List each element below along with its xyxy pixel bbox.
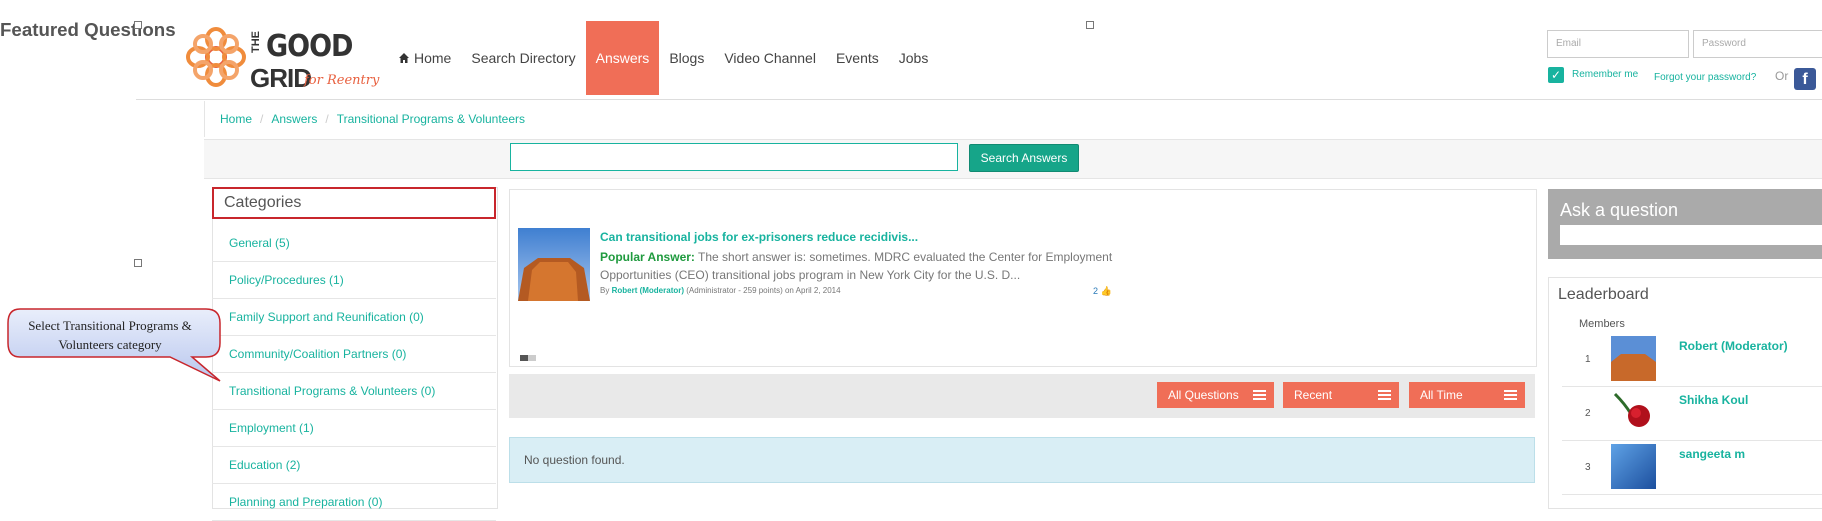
search-input[interactable] (510, 142, 958, 171)
leader-name[interactable]: sangeeta m (1679, 447, 1745, 461)
row-divider (1562, 385, 1822, 387)
category-item[interactable]: Family Support and Reunification (0) (212, 299, 496, 336)
resize-handle[interactable] (1086, 20, 1094, 29)
menu-icon (1504, 389, 1517, 400)
checkbox-checked-icon[interactable]: ✓ (1548, 66, 1564, 83)
filter-all-time[interactable]: All Time (1409, 381, 1525, 408)
ask-question-input[interactable] (1560, 224, 1822, 245)
filter-recent[interactable]: Recent (1283, 381, 1399, 408)
nav-search-directory[interactable]: Search Directory (461, 21, 585, 95)
callout-text: Select Transitional Programs & Volunteer… (28, 317, 192, 352)
nav-jobs[interactable]: Jobs (889, 21, 939, 95)
category-item[interactable]: Community/Coalition Partners (0) (212, 336, 496, 373)
logo-the: THE (250, 30, 262, 53)
breadcrumb: Home / Answers / Transitional Programs & Vol… (220, 111, 526, 126)
question-thumbnail[interactable] (518, 227, 590, 301)
email-field[interactable]: Email (1547, 29, 1689, 58)
row-divider (1562, 493, 1822, 495)
no-question-message: No question found. (509, 436, 1535, 483)
nav-events[interactable]: Events (826, 21, 889, 95)
category-item[interactable]: Employment (1) (212, 410, 496, 447)
leader-name[interactable]: Robert (Moderator) (1679, 339, 1788, 353)
forgot-password-link[interactable]: Forgot your password? (1654, 72, 1756, 83)
slider-dot[interactable] (528, 354, 536, 361)
breadcrumb-current[interactable]: Transitional Programs & Volunteers (337, 112, 525, 126)
meta-by: By (600, 285, 610, 295)
question-author[interactable]: Robert (Moderator) (612, 286, 684, 295)
leader-rank: 1 (1585, 353, 1591, 365)
nav-blogs[interactable]: Blogs (659, 21, 714, 95)
slider-dots (520, 348, 536, 366)
breadcrumb-home[interactable]: Home (220, 112, 252, 126)
author-meta: (Administrator - 259 points) (686, 285, 783, 295)
members-label: Members (1579, 317, 1625, 330)
category-item[interactable]: Policy/Procedures (1) (212, 262, 496, 299)
search-answers-button[interactable]: Search Answers (969, 143, 1079, 172)
question-date: on April 2, 2014 (784, 285, 841, 295)
leader-rank: 3 (1585, 461, 1591, 473)
category-item[interactable]: Planning and Preparation (0) (212, 484, 496, 521)
vote-count-value: 2 (1093, 285, 1099, 296)
nav-video-channel[interactable]: Video Channel (714, 21, 826, 95)
ask-question-title: Ask a question (1560, 199, 1679, 220)
filter-all-questions-label: All Questions (1168, 387, 1239, 402)
leaderboard-title: Leaderboard (1558, 285, 1649, 303)
leader-name[interactable]: Shikha Koul (1679, 393, 1748, 407)
filter-recent-label: Recent (1294, 387, 1333, 402)
avatar[interactable] (1611, 389, 1656, 435)
password-field[interactable]: Password (1693, 29, 1822, 58)
header-divider (136, 98, 1822, 100)
leader-rank: 2 (1585, 407, 1591, 419)
logo-grid: GRID (250, 62, 312, 93)
facebook-login-icon[interactable]: f (1794, 67, 1816, 90)
category-item[interactable]: General (5) (212, 225, 496, 262)
filter-all-time-label: All Time (1420, 387, 1463, 402)
avatar[interactable] (1611, 335, 1656, 381)
question-title[interactable]: Can transitional jobs for ex-prisoners r… (600, 230, 918, 244)
category-item[interactable]: Education (2) (212, 447, 496, 484)
nav-home[interactable]: Home (388, 21, 461, 95)
remember-me-label: Remember me (1572, 69, 1639, 81)
category-item-transitional-programs[interactable]: Transitional Programs & Volunteers (0) (212, 373, 496, 410)
flower-logo-icon (186, 26, 246, 87)
main-nav: Home Search Directory Answers Blogs Vide… (388, 19, 938, 97)
home-icon (399, 52, 409, 63)
vote-count[interactable]: 2 👍 (1093, 286, 1112, 297)
question-meta: By Robert (Moderator) (Administrator - 2… (600, 286, 841, 295)
nav-answers[interactable]: Answers (585, 20, 660, 95)
filter-all-questions[interactable]: All Questions (1157, 381, 1274, 408)
menu-icon (1253, 389, 1266, 400)
resize-handle[interactable] (134, 258, 142, 267)
categories-title: Categories (212, 186, 496, 219)
site-logo[interactable]: THE GOOD GRID for Reentry (186, 23, 386, 95)
or-label: Or (1775, 68, 1789, 83)
slider-dot-active[interactable] (520, 354, 528, 361)
thumbs-up-icon: 👍 (1100, 285, 1112, 296)
logo-tagline: for Reentry (304, 72, 380, 88)
popular-answer: Popular Answer: The short answer is: som… (600, 248, 1120, 284)
menu-icon (1378, 389, 1391, 400)
nav-home-label: Home (414, 49, 452, 66)
resize-handle[interactable] (134, 20, 142, 29)
row-divider (1562, 439, 1822, 441)
logo-good: GOOD (266, 28, 353, 64)
popular-answer-label: Popular Answer: (600, 249, 695, 264)
remember-me[interactable]: ✓ Remember me (1548, 66, 1639, 83)
breadcrumb-answers[interactable]: Answers (271, 112, 317, 126)
